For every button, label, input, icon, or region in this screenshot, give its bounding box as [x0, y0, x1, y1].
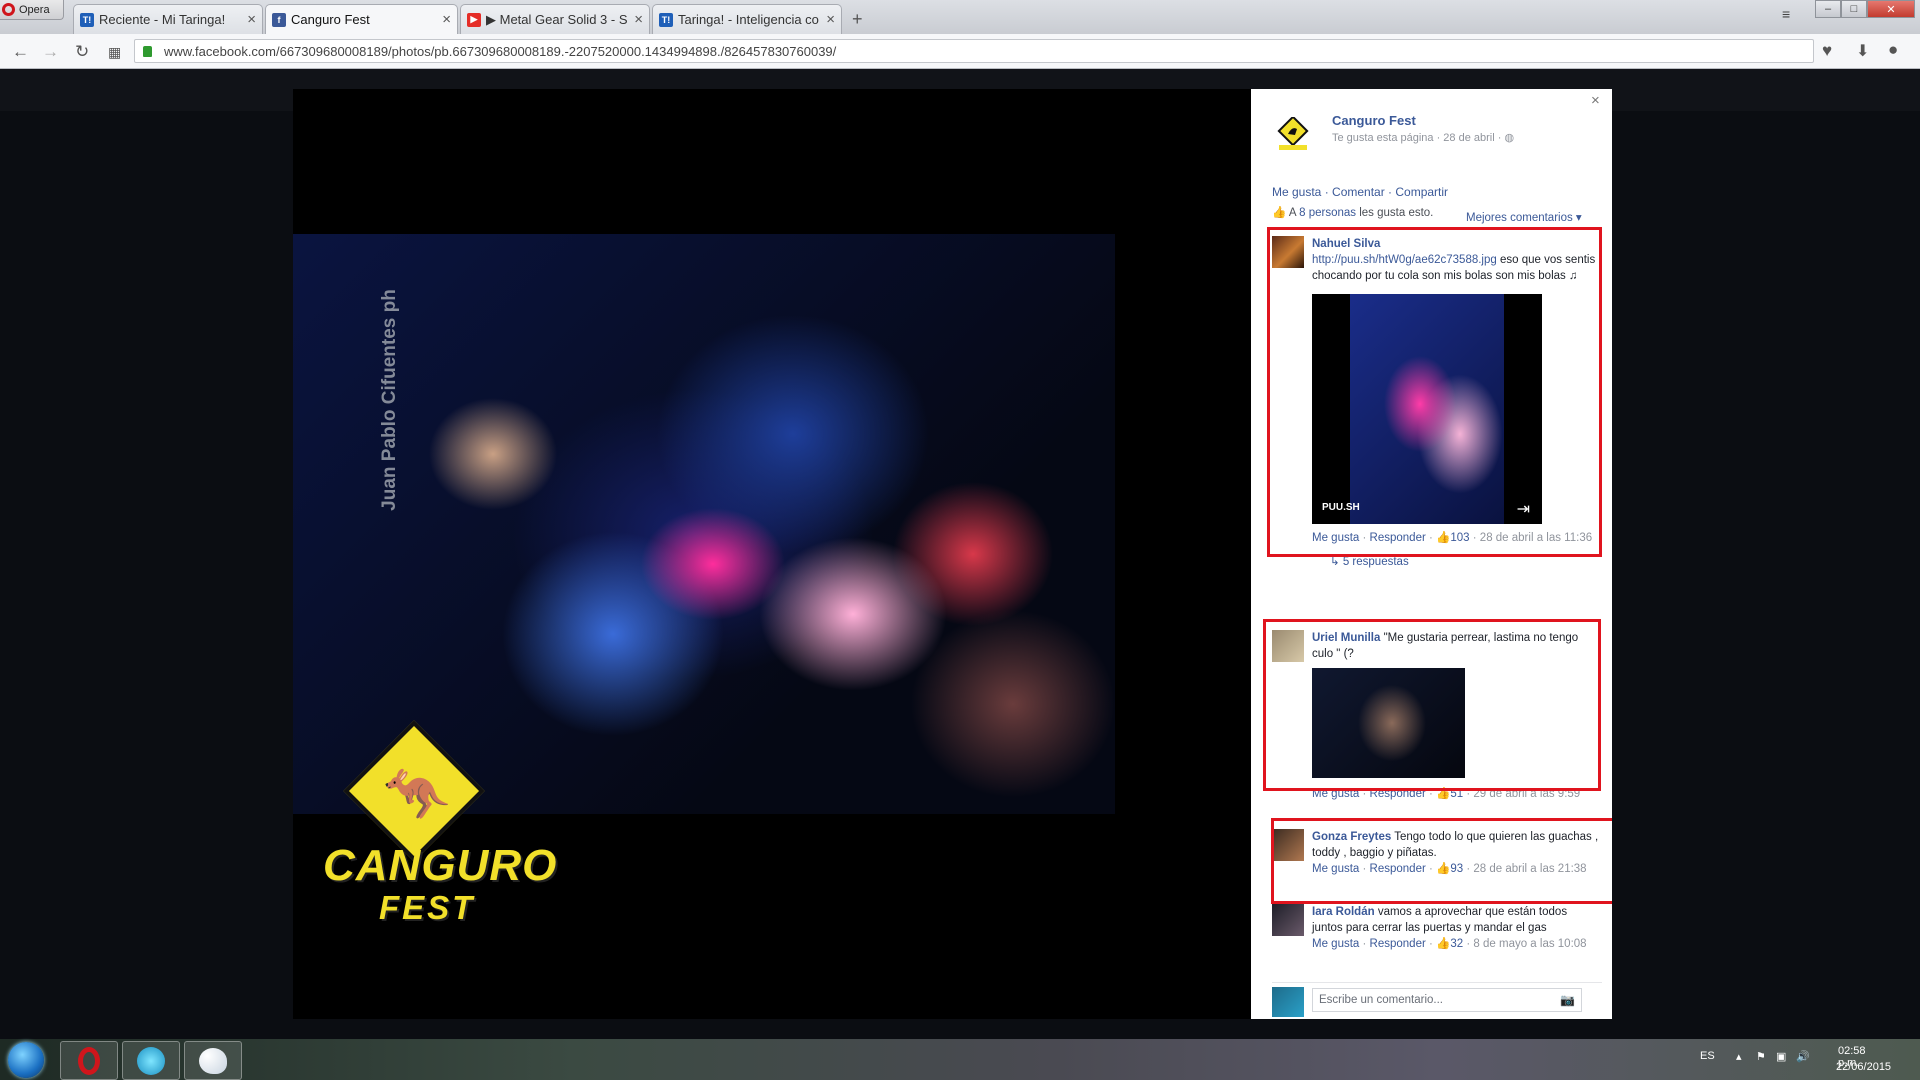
profile-icon[interactable]: ● [1888, 40, 1898, 60]
tab-title: ▶ Metal Gear Solid 3 - S [486, 11, 628, 27]
comment-composer: Escribe un comentario... 📷 [1272, 982, 1602, 1017]
close-tab-icon[interactable]: × [247, 11, 256, 28]
highlight-box [1271, 818, 1612, 904]
tab-title: Reciente - Mi Taringa! [99, 12, 226, 27]
comment-input-placeholder: Escribe un comentario... [1319, 994, 1444, 1006]
action-center-flag-icon[interactable]: ⚑ [1756, 1050, 1766, 1063]
tab-menu-icon[interactable]: ≡ [1782, 6, 1790, 22]
youtube-favicon-icon: ▶ [467, 12, 481, 27]
photo-viewer[interactable]: Juan Pablo Cifuentes ph 🦘 CANGURO FEST [293, 89, 1251, 1019]
comment-iara-roldan: Iara Roldán vamos a aprovechar que están… [1272, 904, 1602, 984]
likes-count-link[interactable]: 8 personas [1299, 207, 1356, 219]
opera-menu-button[interactable]: Opera [0, 0, 64, 20]
page-subtitle-text: Te gusta esta página · 28 de abril · [1332, 132, 1505, 144]
globe-icon: ◍ [1504, 132, 1515, 144]
close-tab-icon[interactable]: × [826, 11, 835, 28]
highlight-box [1267, 227, 1602, 557]
likes-prefix: A [1288, 207, 1300, 219]
reply-link[interactable]: Responder [1370, 938, 1426, 950]
heart-icon[interactable]: ♥ [1822, 41, 1832, 61]
highlight-box [1263, 619, 1601, 791]
comment-input[interactable]: Escribe un comentario... 📷 [1312, 988, 1582, 1012]
show-hidden-icons-icon[interactable]: ▴ [1736, 1050, 1742, 1063]
reload-icon[interactable]: ↻ [75, 42, 89, 62]
camera-icon[interactable]: 📷 [1560, 993, 1575, 1007]
replies-count[interactable]: 5 respuestas [1343, 556, 1409, 568]
url-text: www.facebook.com/667309680008189/photos/… [164, 43, 837, 59]
volume-icon[interactable]: 🔊 [1796, 1050, 1810, 1063]
taringa-favicon-icon: T! [80, 12, 94, 27]
opera-menu-label: Opera [19, 3, 50, 16]
taringa-favicon-icon: T! [659, 12, 673, 27]
close-tab-icon[interactable]: × [442, 11, 451, 28]
facebook-favicon-icon: f [272, 12, 286, 27]
download-icon[interactable]: ⬇ [1856, 41, 1869, 61]
user-avatar [1272, 987, 1304, 1017]
taskbar-opera-icon[interactable] [60, 1041, 118, 1080]
start-button-icon[interactable] [8, 1042, 44, 1078]
sort-comments-dropdown[interactable]: Mejores comentarios ▾ [1466, 210, 1582, 224]
likes-suffix: les gusta esto. [1356, 207, 1434, 219]
tab-youtube-mgs3[interactable]: ▶ ▶ Metal Gear Solid 3 - S × [460, 4, 650, 34]
maximize-icon[interactable]: □ [1841, 0, 1867, 18]
logo-text-canguro: CANGURO [323, 841, 558, 890]
network-icon[interactable]: ▣ [1776, 1050, 1786, 1063]
reply-arrow-icon: ↳ [1330, 556, 1340, 568]
comment-author[interactable]: Iara Roldán [1312, 906, 1375, 918]
lock-icon [143, 45, 152, 57]
tab-taringa-inteligencia[interactable]: T! Taringa! - Inteligencia co × [652, 4, 842, 34]
tab-canguro-fest[interactable]: f Canguro Fest × [265, 4, 458, 34]
canguro-fest-avatar[interactable] [1275, 117, 1311, 153]
minimize-icon[interactable]: – [1815, 0, 1841, 18]
clock-date[interactable]: 22/06/2015 [1836, 1061, 1891, 1073]
language-indicator[interactable]: ES [1700, 1050, 1715, 1062]
comment-meta: Me gusta · Responder · 👍32 · 8 de mayo a… [1312, 938, 1587, 950]
tab-taringa-recent[interactable]: T! Reciente - Mi Taringa! × [73, 4, 263, 34]
thumbs-up-icon: 👍 [1436, 938, 1451, 950]
forward-icon[interactable]: → [42, 42, 59, 62]
tab-title: Taringa! - Inteligencia co [678, 12, 819, 27]
taskbar-app-icon[interactable] [122, 1041, 180, 1080]
page-subtitle: Te gusta esta página · 28 de abril · ◍ [1332, 131, 1514, 144]
comment-date: 8 de mayo a las 10:08 [1473, 938, 1587, 950]
back-icon[interactable]: ← [12, 42, 29, 62]
photo-credit: Juan Pablo Cifuentes ph [378, 289, 400, 511]
tab-strip: Opera T! Reciente - Mi Taringa! × f Cang… [0, 0, 1920, 34]
logo-text-fest: FEST [379, 889, 476, 926]
thumbs-up-icon: 👍 [1272, 207, 1287, 219]
page-name-link[interactable]: Canguro Fest [1332, 113, 1416, 128]
comment-like-count[interactable]: 32 [1450, 938, 1463, 950]
speed-dial-icon[interactable]: ▦ [108, 44, 121, 61]
photo-actions[interactable]: Me gusta · Comentar · Compartir [1272, 185, 1448, 199]
new-tab-icon[interactable]: + [852, 9, 863, 30]
kangaroo-icon: 🦘 [383, 765, 451, 825]
close-window-icon[interactable]: ✕ [1867, 0, 1915, 18]
opera-icon [2, 3, 15, 16]
comments-panel: × Canguro Fest Te gusta esta página · 28… [1251, 89, 1612, 1019]
taskbar-paint-icon[interactable] [184, 1041, 242, 1080]
windows-taskbar: ES ▴ ⚑ ▣ 🔊 02:58 p.m. 22/06/2015 [0, 1039, 1920, 1080]
close-icon[interactable]: × [1591, 92, 1600, 109]
address-bar: ← → ↻ ▦ www.facebook.com/667309680008189… [0, 34, 1920, 69]
url-field[interactable]: www.facebook.com/667309680008189/photos/… [134, 39, 1814, 63]
avatar[interactable] [1272, 904, 1304, 936]
tab-title: Canguro Fest [291, 12, 370, 27]
like-comment-link[interactable]: Me gusta [1312, 938, 1359, 950]
close-tab-icon[interactable]: × [634, 11, 643, 28]
